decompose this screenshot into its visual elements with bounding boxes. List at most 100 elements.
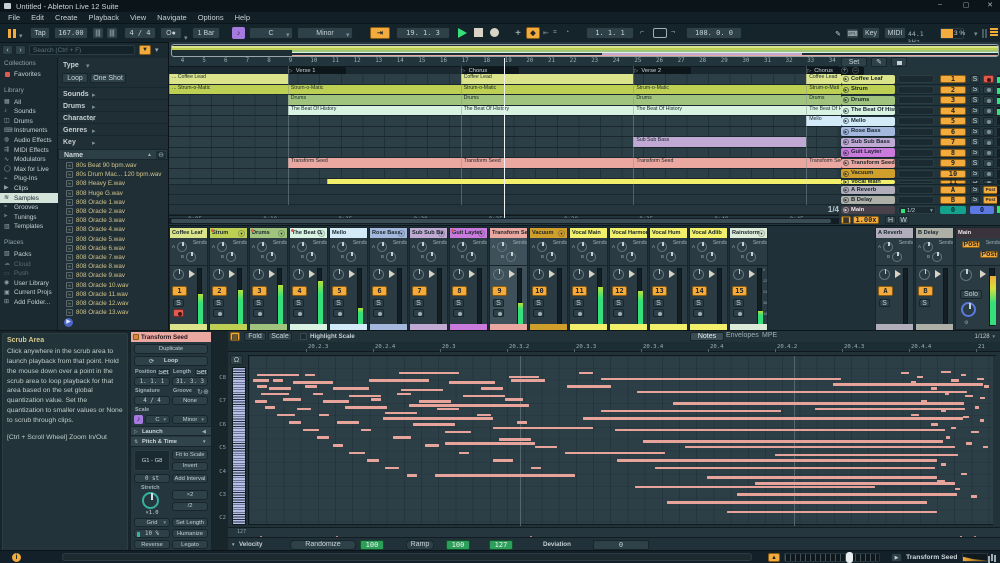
track-post-toggle[interactable]: Post <box>983 186 998 194</box>
pan-knob[interactable] <box>653 269 664 280</box>
clip-reverse-button[interactable]: Reverse <box>134 540 170 549</box>
midi-note[interactable] <box>385 412 417 415</box>
track-arm-button[interactable] <box>983 128 994 136</box>
filter-group-drums[interactable]: Drums▸ <box>58 99 168 111</box>
draw-mode-icon[interactable]: ✎ <box>832 28 844 39</box>
sidebar-item-sounds[interactable]: ♪Sounds <box>0 107 58 117</box>
midi-note[interactable] <box>397 393 411 396</box>
midi-note[interactable] <box>931 387 937 390</box>
strip-header[interactable]: Transform Se <box>490 228 527 238</box>
volume-fader-handle[interactable] <box>980 270 986 278</box>
send-knob-b[interactable] <box>892 252 902 262</box>
sidebar-item-audio-effects[interactable]: ◍Audio Effects <box>0 135 58 145</box>
send-knob-a[interactable] <box>923 242 933 252</box>
track-number-badge[interactable]: 5 <box>940 117 966 125</box>
zoom-in-icon[interactable]: + <box>841 67 848 74</box>
main-solo-button[interactable]: Solo <box>960 290 982 299</box>
strip-chevron-icon[interactable]: ▼ <box>278 230 285 237</box>
pan-knob[interactable] <box>213 269 224 280</box>
ramp-from-value[interactable]: 100 <box>446 540 470 550</box>
list-item-sample[interactable]: ≈808 Oracle 2.wav <box>58 207 168 216</box>
strip-arm[interactable] <box>213 309 224 317</box>
track-number-badge[interactable]: A <box>940 186 966 194</box>
track-solo-button[interactable]: S <box>970 186 980 194</box>
volume-fader-handle[interactable] <box>709 270 715 278</box>
strip-header[interactable]: Vocal Hum <box>650 228 687 238</box>
filter-group-sounds[interactable]: Sounds▸ <box>58 87 168 99</box>
track-device-slot[interactable] <box>898 117 934 125</box>
arrangement-clip[interactable]: Transform Seed <box>461 158 634 168</box>
midi-note[interactable] <box>261 393 289 396</box>
send-knob-a[interactable] <box>657 242 667 252</box>
velocity-chevron-icon[interactable]: ▼ <box>231 542 237 548</box>
post-toggle-a[interactable]: Post <box>962 241 980 248</box>
send-knob-a[interactable] <box>617 242 627 252</box>
arrangement-clip[interactable]: The Beat Of History <box>288 106 461 116</box>
volume-fader-handle[interactable] <box>589 270 595 278</box>
metronome-toggle[interactable]: O● <box>160 27 182 39</box>
strip-number[interactable]: 1 <box>172 286 187 296</box>
clip-double-button[interactable]: ×2 <box>172 490 208 500</box>
strip-solo[interactable]: S <box>919 299 930 307</box>
quantize-menu[interactable]: 1 Bar <box>192 27 220 39</box>
track-number-badge[interactable]: 4 <box>940 107 966 115</box>
midi-note[interactable] <box>965 395 973 398</box>
strip-number[interactable]: 4 <box>292 286 307 296</box>
follow-bars-icon2[interactable] <box>13 29 16 38</box>
strip-solo[interactable]: S <box>453 299 464 307</box>
clip-length-value[interactable]: 31. 3. 3 <box>172 377 208 386</box>
clip-scale-icon[interactable]: ♪ <box>134 415 143 424</box>
track-solo-button[interactable]: S <box>970 107 980 115</box>
midi-note[interactable] <box>531 467 541 470</box>
clip-fit-to-scale-button[interactable]: Fit to Scale <box>172 450 208 460</box>
clip-loop-button[interactable]: Loop⟳ <box>134 356 208 366</box>
midi-note[interactable] <box>407 474 417 477</box>
deviation-value[interactable]: 0 <box>593 540 649 550</box>
pan-knob[interactable] <box>253 269 264 280</box>
midi-note[interactable] <box>511 379 545 382</box>
nudge-up-button[interactable]: ||| <box>106 27 118 39</box>
midi-note[interactable] <box>437 408 459 411</box>
pan-knob[interactable] <box>919 269 930 280</box>
list-item-sample[interactable]: ≈808 Heavy E.wav <box>58 179 168 188</box>
main-crossfade-b-value[interactable]: 0 <box>970 206 994 215</box>
midi-note[interactable] <box>567 385 611 388</box>
lock-envelopes-icon[interactable] <box>891 57 907 67</box>
computer-midi-keyboard-icon[interactable]: ⌨ <box>846 28 859 39</box>
pan-knob[interactable] <box>960 269 972 281</box>
midi-note[interactable] <box>951 379 959 382</box>
toggle-one-shot[interactable]: One Shot <box>90 73 126 83</box>
menu-file[interactable]: File <box>8 13 20 22</box>
send-knob-a[interactable] <box>457 242 467 252</box>
sidebar-item-tunings[interactable]: ⫸Tunings <box>0 212 58 222</box>
sidebar-item-modulators[interactable]: ∿Modulators <box>0 155 58 165</box>
arrangement-clip[interactable]: Drums <box>806 95 841 105</box>
clip-position-value[interactable]: 1. 1. 1 <box>134 377 170 386</box>
track-header-pill[interactable]: ▶Sub Sub Bass <box>841 138 895 147</box>
midi-note[interactable] <box>984 385 989 388</box>
midi-note[interactable] <box>425 444 439 447</box>
strip-number[interactable]: 9 <box>492 286 507 296</box>
pan-knob[interactable] <box>613 269 624 280</box>
strip-number[interactable]: 7 <box>412 286 427 296</box>
strip-solo[interactable]: S <box>653 299 664 307</box>
strip-header[interactable]: Mello <box>330 228 367 238</box>
keyboard-toggle-icon[interactable]: ▲ <box>768 553 780 562</box>
midi-note[interactable] <box>941 371 951 374</box>
midi-note[interactable] <box>833 383 983 386</box>
track-arm-button[interactable] <box>983 138 994 146</box>
send-knob-b[interactable] <box>666 252 676 262</box>
sidebar-item-user-library[interactable]: ◉User Library <box>0 278 58 288</box>
menu-view[interactable]: View <box>130 13 146 22</box>
track-solo-button[interactable]: S <box>970 170 980 178</box>
midi-note[interactable] <box>517 421 527 424</box>
preview-headphone-icon[interactable]: Ω <box>230 355 243 365</box>
strip-arm[interactable] <box>573 309 584 317</box>
list-item-sample[interactable]: ≈808 Oracle 10.wav <box>58 281 168 290</box>
list-item-sample[interactable]: ≈808 Oracle 7.wav <box>58 253 168 262</box>
clip-set-length-button[interactable]: Set Length <box>172 518 208 527</box>
midi-note[interactable] <box>477 414 491 417</box>
track-header-pill[interactable]: ▶Vacuum <box>841 169 895 178</box>
strip-header[interactable]: Guit Layter▼ <box>450 228 487 238</box>
info-icon[interactable]: i <box>12 553 21 562</box>
